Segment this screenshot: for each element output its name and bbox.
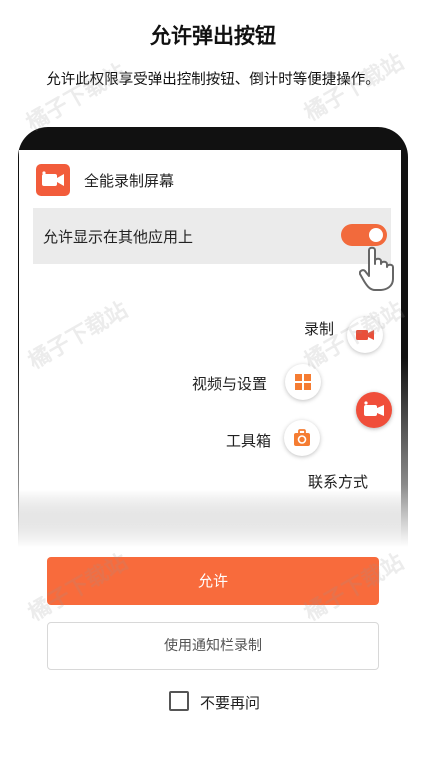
app-name: 全能录制屏幕 [84,172,175,190]
menu-bubble-record [347,317,383,353]
dialog-title: 允许弹出按钮 [150,24,276,48]
permission-toggle [341,224,387,246]
toggle-knob [369,228,383,242]
menu-label-contact: 联系方式 [308,473,369,491]
toolbox-icon [294,429,310,446]
menu-label-toolbox: 工具箱 [226,432,272,450]
grid-icon [295,374,311,390]
permission-row: 允许显示在其他应用上 [33,208,391,264]
permission-label: 允许显示在其他应用上 [43,228,194,246]
menu-bubble-toolbox [284,420,320,456]
dont-ask-label[interactable]: 不要再问 [200,692,260,713]
notification-record-button[interactable]: 使用通知栏录制 [47,622,379,670]
dont-ask-checkbox[interactable] [169,691,189,711]
allow-button[interactable]: 允许 [47,557,379,605]
menu-bubble-video-settings [285,364,321,400]
app-icon [36,164,70,196]
hand-pointer-icon [358,246,399,298]
menu-label-record: 录制 [304,320,335,338]
dialog-description: 允许此权限享受弹出控制按钮、倒计时等便捷操作。 [46,72,380,88]
video-camera-icon [356,330,374,340]
menu-label-video-settings: 视频与设置 [192,375,268,393]
phone-screen-preview: 全能录制屏幕 允许显示在其他应用上 录制 视频与设置 工具箱 联系方式 [19,150,401,550]
floating-record-button [356,392,392,428]
